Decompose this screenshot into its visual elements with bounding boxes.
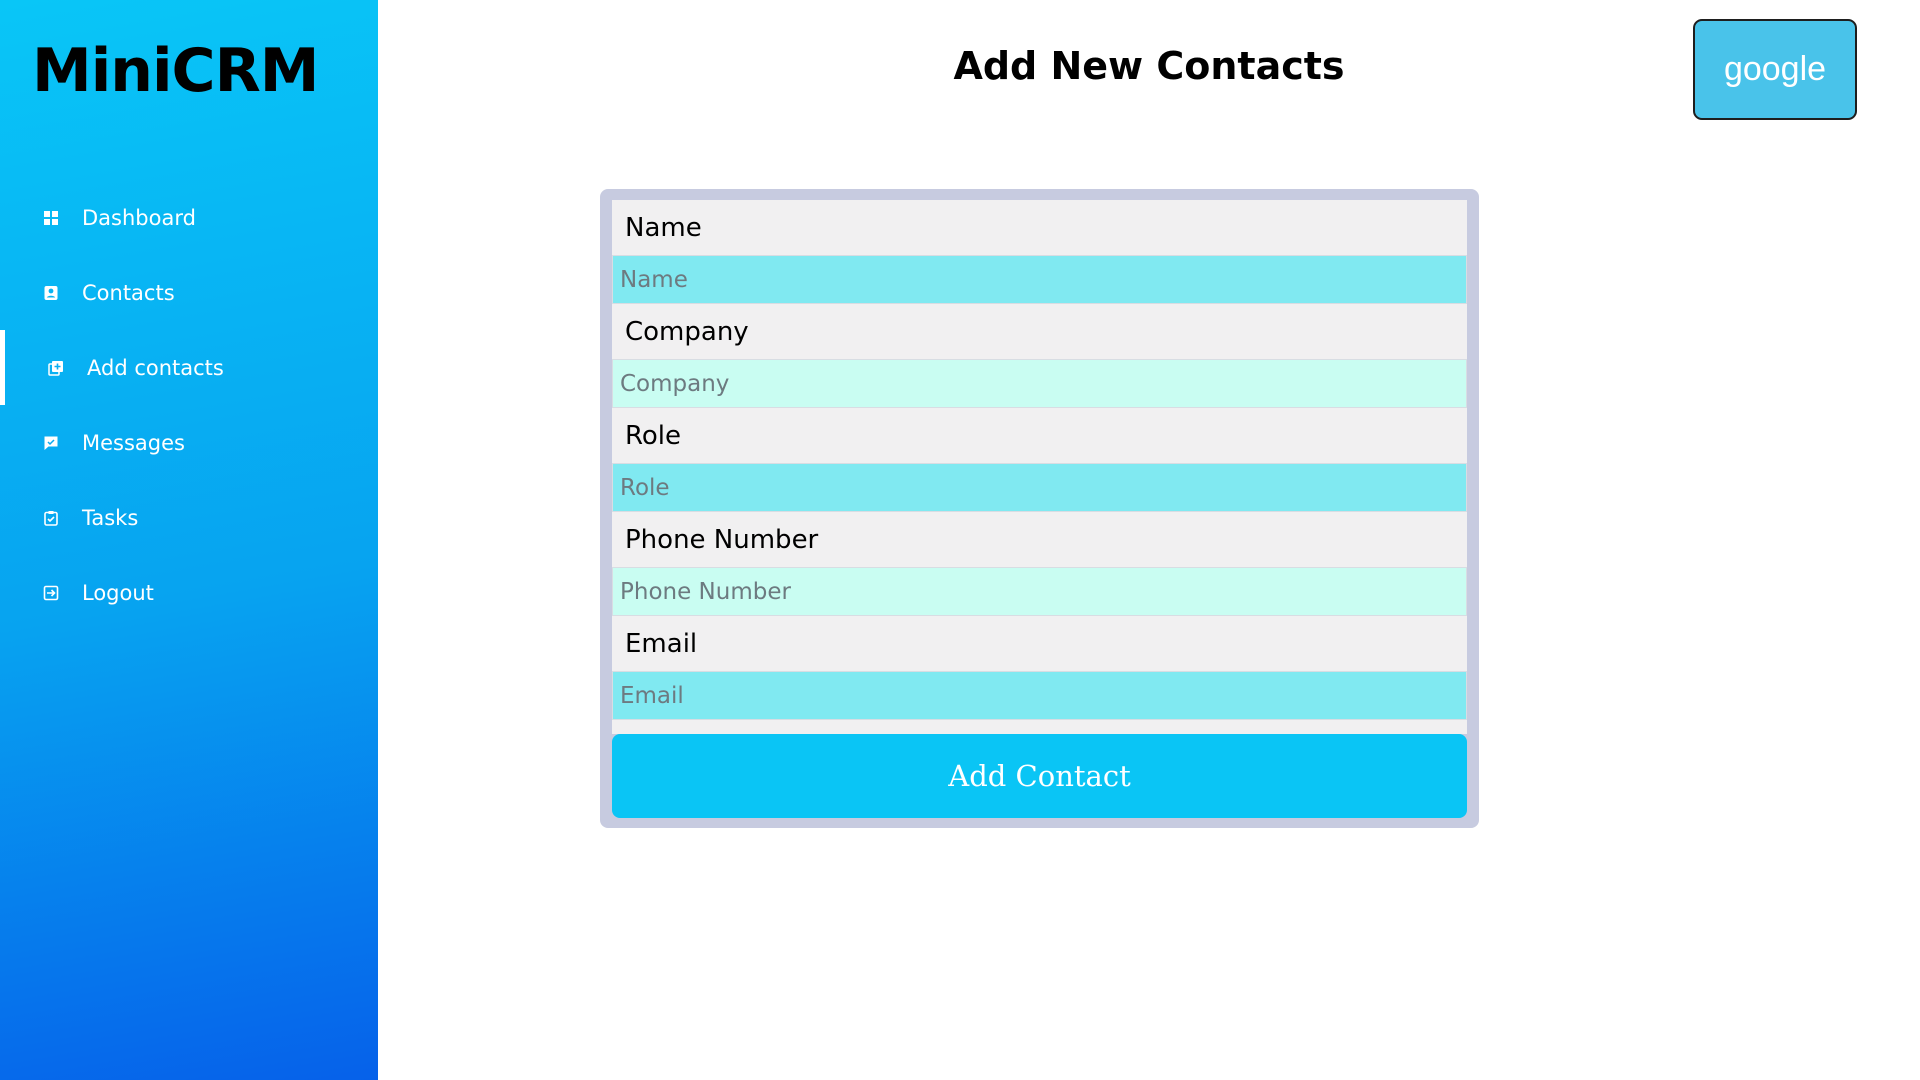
role-input[interactable] bbox=[612, 463, 1467, 512]
company-label: Company bbox=[612, 304, 1467, 359]
sidebar-item-label: Tasks bbox=[82, 505, 139, 530]
form-fields: Name Company Role Phone Number Email Add… bbox=[612, 200, 1467, 818]
phone-number-label: Phone Number bbox=[612, 512, 1467, 567]
app-root: MiniCRM Dashboard Contacts Add contacts bbox=[0, 0, 1920, 1080]
sidebar-item-logout[interactable]: Logout bbox=[0, 555, 378, 630]
dashboard-icon bbox=[42, 209, 60, 227]
sidebar-item-dashboard[interactable]: Dashboard bbox=[0, 180, 378, 255]
name-input[interactable] bbox=[612, 255, 1467, 304]
logout-icon bbox=[42, 584, 60, 602]
sidebar-item-contacts[interactable]: Contacts bbox=[0, 255, 378, 330]
sidebar-nav: Dashboard Contacts Add contacts Messages bbox=[0, 180, 378, 630]
tasks-icon bbox=[42, 509, 60, 527]
main-content: Add New Contacts google Name Company Rol… bbox=[378, 0, 1920, 1080]
page-title: Add New Contacts bbox=[953, 44, 1345, 88]
email-label: Email bbox=[612, 616, 1467, 671]
role-label: Role bbox=[612, 408, 1467, 463]
sidebar: MiniCRM Dashboard Contacts Add contacts bbox=[0, 0, 378, 1080]
form-spacer bbox=[612, 720, 1467, 734]
add-contact-form: Name Company Role Phone Number Email Add… bbox=[600, 189, 1479, 828]
name-label: Name bbox=[612, 200, 1467, 255]
sidebar-item-label: Contacts bbox=[82, 280, 175, 305]
sidebar-item-add-contacts[interactable]: Add contacts bbox=[0, 330, 378, 405]
contacts-icon bbox=[42, 284, 60, 302]
add-contact-icon bbox=[47, 359, 65, 377]
add-contact-button[interactable]: Add Contact bbox=[612, 734, 1467, 818]
sidebar-item-label: Logout bbox=[82, 580, 154, 605]
phone-number-input[interactable] bbox=[612, 567, 1467, 616]
sidebar-item-tasks[interactable]: Tasks bbox=[0, 480, 378, 555]
sidebar-item-label: Dashboard bbox=[82, 205, 196, 230]
sidebar-item-label: Add contacts bbox=[87, 355, 224, 380]
messages-icon bbox=[42, 434, 60, 452]
app-logo: MiniCRM bbox=[32, 36, 319, 106]
google-button[interactable]: google bbox=[1693, 19, 1857, 120]
sidebar-item-label: Messages bbox=[82, 430, 185, 455]
company-input[interactable] bbox=[612, 359, 1467, 408]
sidebar-item-messages[interactable]: Messages bbox=[0, 405, 378, 480]
email-input[interactable] bbox=[612, 671, 1467, 720]
